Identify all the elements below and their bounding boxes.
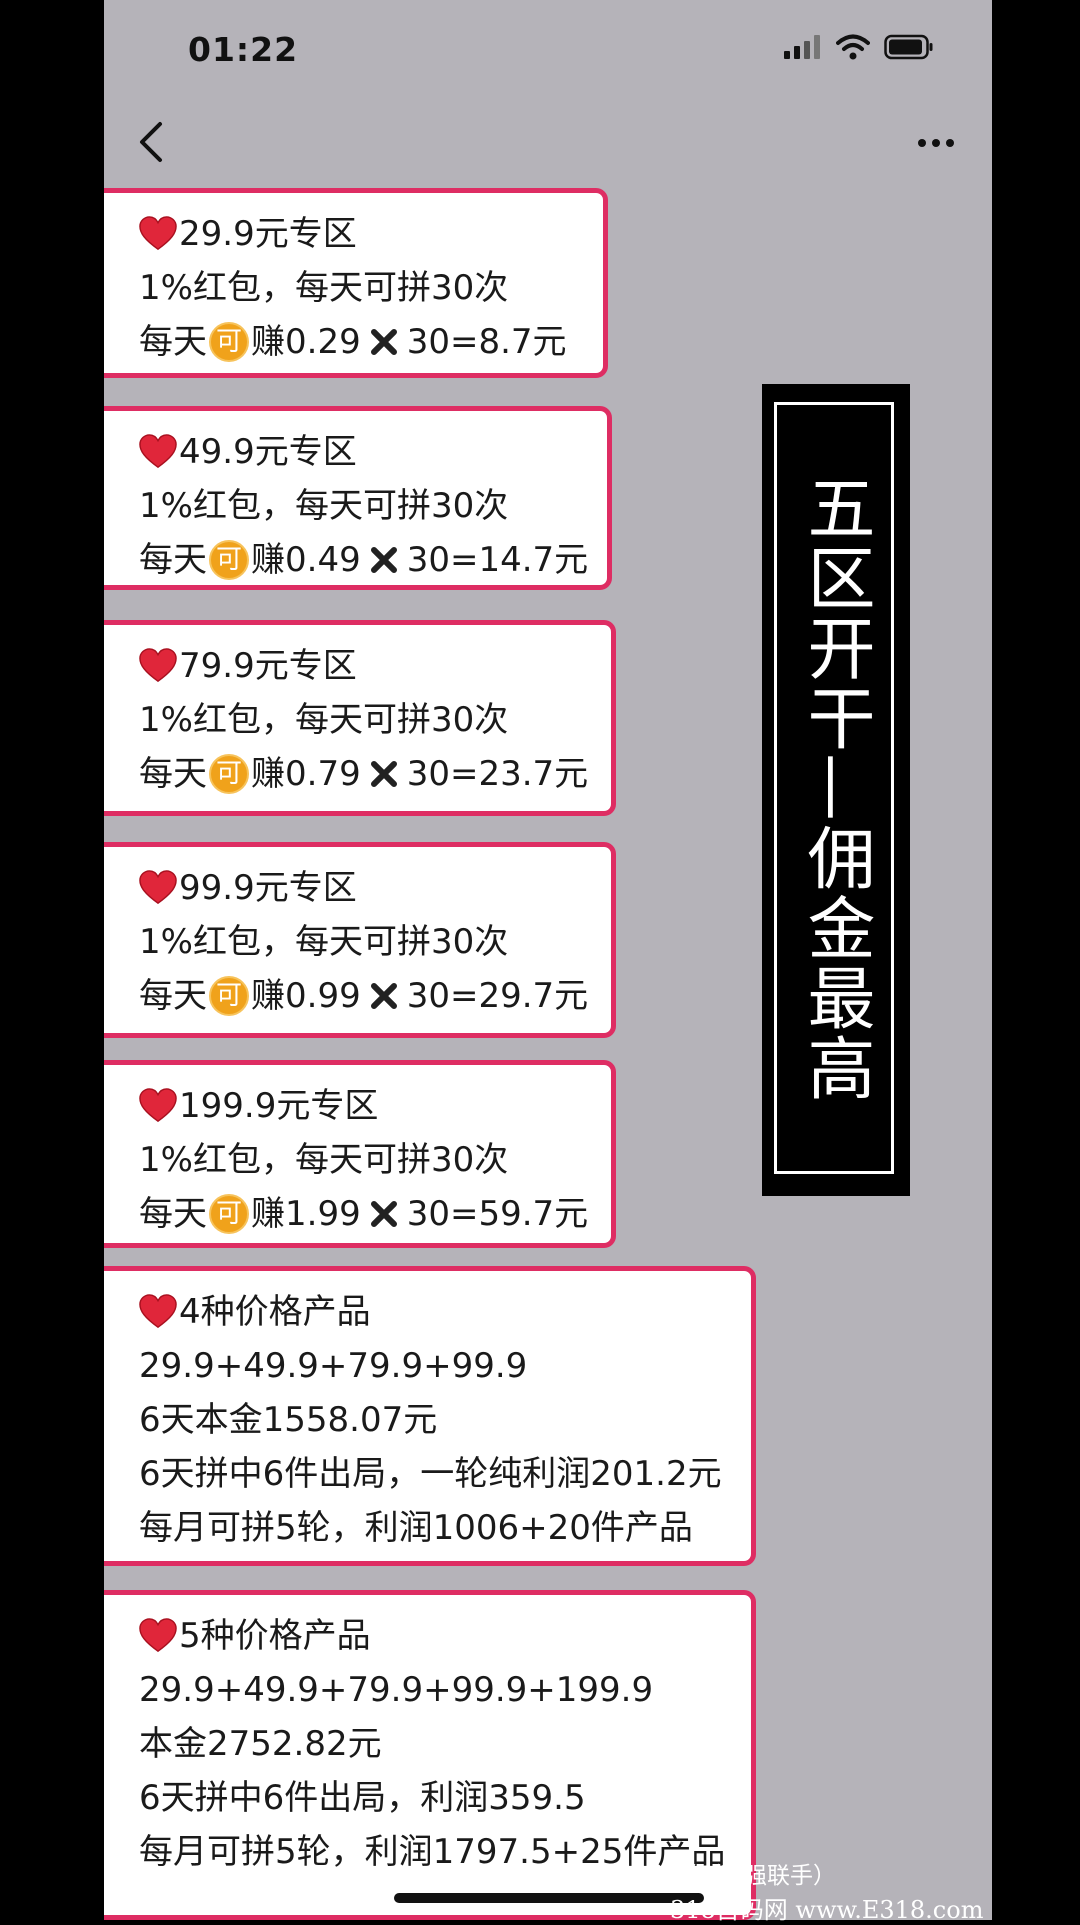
card-title-text: 4种价格产品 xyxy=(179,1292,371,1332)
card-earning-line: 每天可赚0.49 30=14.7元 xyxy=(139,533,607,587)
card-title-text: 79.9元专区 xyxy=(179,646,357,686)
coin-icon: 可 xyxy=(209,1194,249,1234)
earn-amount: 赚0.99 xyxy=(251,976,361,1016)
card-earning-line: 每天可赚0.29 30=8.7元 xyxy=(139,315,603,369)
battery-icon xyxy=(884,34,933,60)
card-earning-line: 每天可赚0.99 30=29.7元 xyxy=(139,969,611,1023)
card-title-text: 49.9元专区 xyxy=(179,432,357,472)
card-text-line: 29.9+49.9+79.9+99.9+199.9 xyxy=(139,1663,751,1717)
card-text: 本金2752.82元 xyxy=(139,1724,382,1764)
card-text: 1%红包，每天可拼30次 xyxy=(139,700,509,740)
card-text: 29.9+49.9+79.9+99.9 xyxy=(139,1346,528,1386)
earn-prefix: 每天 xyxy=(139,754,207,794)
card-title: 99.9元专区 xyxy=(139,861,611,915)
coin-icon: 可 xyxy=(209,976,249,1016)
card-text: 1%红包，每天可拼30次 xyxy=(139,922,509,962)
more-options-icon[interactable] xyxy=(916,136,956,150)
card-title-text: 199.9元专区 xyxy=(179,1086,379,1126)
status-time: 01:22 xyxy=(188,30,299,69)
watermark-title: 拼拼（强强联手） xyxy=(652,1863,836,1889)
earn-total: 30=23.7元 xyxy=(406,754,589,794)
card-title: 79.9元专区 xyxy=(139,639,611,693)
slogan-text: 五区开干—佣金最高 xyxy=(795,473,874,1103)
heart-icon xyxy=(139,870,177,905)
card-text-line: 1%红包，每天可拼30次 xyxy=(139,915,611,969)
card-text-line: 1%红包，每天可拼30次 xyxy=(139,1133,611,1187)
earn-total: 30=14.7元 xyxy=(406,540,589,580)
price-card: 4种价格产品 29.9+49.9+79.9+99.9 6天本金1558.07元 6天拼… xyxy=(104,1266,756,1566)
card-earning-line: 每天可赚0.79 30=23.7元 xyxy=(139,747,611,801)
card-text-line: 1%红包，每天可拼30次 xyxy=(139,261,603,315)
heart-icon xyxy=(139,216,177,251)
earn-prefix: 每天 xyxy=(139,540,207,580)
card-title-text: 5种价格产品 xyxy=(179,1616,371,1656)
earn-prefix: 每天 xyxy=(139,1194,207,1234)
price-card: 49.9元专区 1%红包，每天可拼30次 每天可赚0.49 30=14.7元 xyxy=(104,406,612,590)
earn-total: 30=8.7元 xyxy=(406,322,567,362)
coin-icon: 可 xyxy=(209,322,249,362)
back-arrow-icon[interactable] xyxy=(132,118,172,166)
card-text-line: 6天本金1558.07元 xyxy=(139,1393,751,1447)
multiply-icon xyxy=(370,1201,397,1227)
card-title-text: 99.9元专区 xyxy=(179,868,357,908)
earn-total: 30=59.7元 xyxy=(406,1194,589,1234)
heart-icon xyxy=(139,1088,177,1123)
card-text: 1%红包，每天可拼30次 xyxy=(139,1140,509,1180)
home-indicator xyxy=(394,1893,704,1903)
card-text-line: 6天拼中6件出局，利润359.5 xyxy=(139,1771,751,1825)
card-title: 199.9元专区 xyxy=(139,1079,611,1133)
earn-total: 30=29.7元 xyxy=(406,976,589,1016)
phone-screen: 01:22 29.9元专区 1%红包，每天可拼30次 每天 可 赚0.29 30… xyxy=(104,0,992,1920)
nav-bar xyxy=(104,112,992,172)
signal-icon xyxy=(784,35,820,59)
card-text: 每月可拼5轮，利润1797.5+25件产品 xyxy=(139,1832,726,1872)
earn-amount: 赚0.49 xyxy=(251,540,361,580)
earn-amount: 赚1.99 xyxy=(251,1194,361,1234)
card-text: 6天拼中6件出局，利润359.5 xyxy=(139,1778,586,1818)
coin-icon: 可 xyxy=(209,540,249,580)
card-title: 29.9元专区 xyxy=(139,207,603,261)
card-text-line: 6天拼中6件出局，一轮纯利润201.2元 xyxy=(139,1447,751,1501)
earn-prefix: 每天 xyxy=(139,322,207,362)
card-text-line: 29.9+49.9+79.9+99.9 xyxy=(139,1339,751,1393)
card-text-line: 本金2752.82元 xyxy=(139,1717,751,1771)
heart-icon xyxy=(139,1294,177,1329)
card-earning-line: 每天可赚1.99 30=59.7元 xyxy=(139,1187,611,1241)
slogan-banner: 五区开干—佣金最高 xyxy=(762,384,910,1196)
price-card: 199.9元专区 1%红包，每天可拼30次 每天可赚1.99 30=59.7元 xyxy=(104,1060,616,1248)
card-text: 29.9+49.9+79.9+99.9+199.9 xyxy=(139,1670,654,1710)
card-text: 1%红包，每天可拼30次 xyxy=(139,486,509,526)
multiply-icon xyxy=(370,329,397,355)
price-card: 29.9元专区 1%红包，每天可拼30次 每天可赚0.29 30=8.7元 xyxy=(104,188,608,378)
card-text: 6天拼中6件出局，一轮纯利润201.2元 xyxy=(139,1454,722,1494)
card-title-text: 29.9元专区 xyxy=(179,214,357,254)
earn-prefix: 每天 xyxy=(139,976,207,1016)
wifi-icon xyxy=(836,34,870,60)
status-icons xyxy=(784,34,934,60)
multiply-icon xyxy=(370,547,397,573)
card-text: 1%红包，每天可拼30次 xyxy=(139,268,509,308)
card-text: 6天本金1558.07元 xyxy=(139,1400,438,1440)
card-text-line: 每月可拼5轮，利润1006+20件产品 xyxy=(139,1501,751,1555)
earn-amount: 赚0.29 xyxy=(251,322,361,362)
status-bar: 01:22 xyxy=(104,0,992,100)
card-text-line: 1%红包，每天可拼30次 xyxy=(139,693,611,747)
price-card: 79.9元专区 1%红包，每天可拼30次 每天可赚0.79 30=23.7元 xyxy=(104,620,616,816)
heart-icon xyxy=(139,1618,177,1653)
card-text-line: 1%红包，每天可拼30次 xyxy=(139,479,607,533)
coin-icon: 可 xyxy=(209,754,249,794)
card-title: 5种价格产品 xyxy=(139,1609,751,1663)
multiply-icon xyxy=(370,761,397,787)
heart-icon xyxy=(139,648,177,683)
slogan-banner-frame: 五区开干—佣金最高 xyxy=(774,402,894,1174)
heart-icon xyxy=(139,434,177,469)
multiply-icon xyxy=(370,983,397,1009)
card-title: 49.9元专区 xyxy=(139,425,607,479)
card-title: 4种价格产品 xyxy=(139,1285,751,1339)
earn-amount: 赚0.79 xyxy=(251,754,361,794)
price-card: 99.9元专区 1%红包，每天可拼30次 每天可赚0.99 30=29.7元 xyxy=(104,842,616,1038)
card-text: 每月可拼5轮，利润1006+20件产品 xyxy=(139,1508,693,1548)
